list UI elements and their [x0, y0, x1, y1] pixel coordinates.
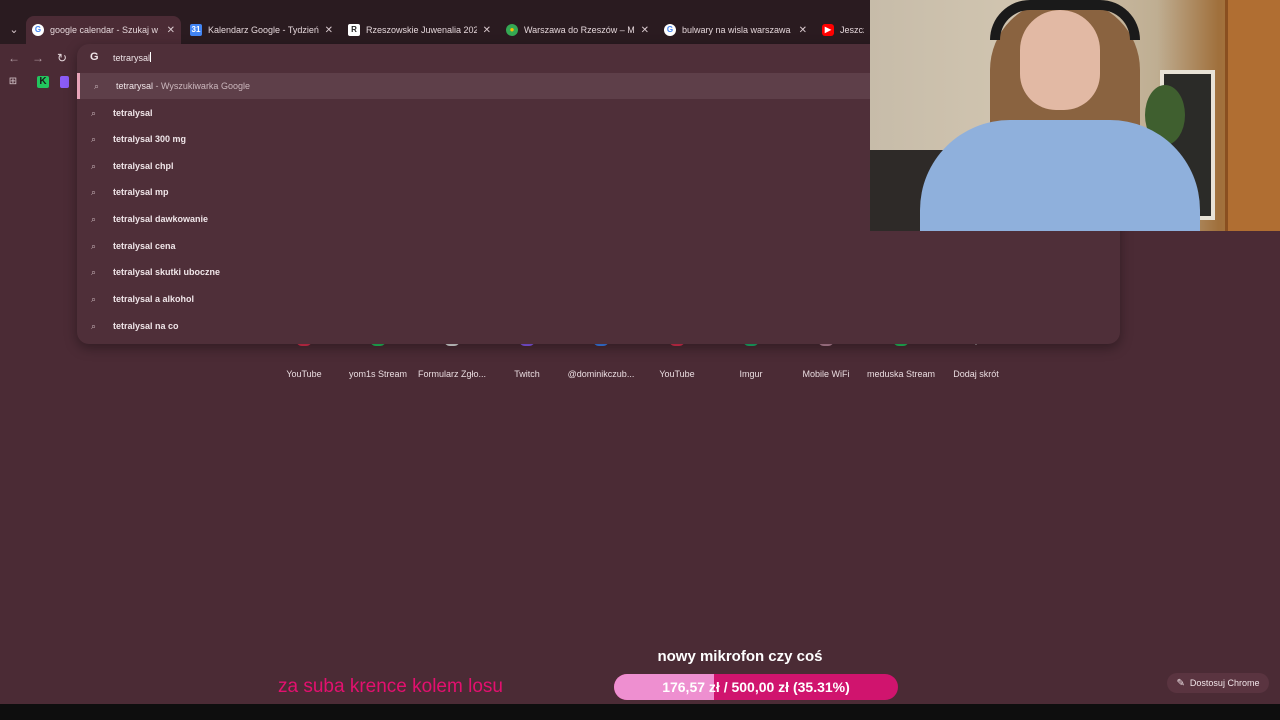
goal-title: nowy mikrofon czy coś: [657, 648, 823, 665]
shortcut-label: YouTube: [659, 369, 695, 379]
tab-juwenalia[interactable]: R Rzeszowskie Juwenalia 2026 | R ✕: [342, 16, 497, 44]
tab-calendar[interactable]: 31 Kalendarz Google - Tydzień, w l ✕: [184, 16, 339, 44]
suggestion-item[interactable]: ⌕ tetralysal a alkohol: [77, 286, 1120, 312]
forward-icon[interactable]: →: [30, 50, 46, 66]
suggestion-source: - Wyszukiwarka Google: [153, 81, 250, 91]
tab-maps[interactable]: ● Warszawa do Rzeszów – Mapy ✕: [500, 16, 655, 44]
search-icon: ⌕: [91, 267, 97, 277]
suggestion-text: tetralysal dawkowanie: [113, 214, 209, 224]
shortcut-youtube[interactable]: YouTube: [264, 338, 344, 384]
back-icon[interactable]: ←: [6, 50, 22, 66]
suggestion-item[interactable]: ⌕ tetralysal cena: [77, 233, 1120, 259]
google-icon: G: [32, 24, 44, 36]
tab-label: google calendar - Szukaj w Goo: [50, 25, 161, 35]
close-icon[interactable]: ✕: [167, 25, 175, 36]
tab-label: Jeszcze n: [840, 25, 864, 35]
goal-amount-text: 176,57 zł / 500,00 zł (35.31%): [662, 679, 850, 695]
google-icon: G: [90, 51, 99, 63]
search-icon: ⌕: [91, 214, 97, 224]
suggestion-item[interactable]: ⌕ tetralysal skutki uboczne: [77, 259, 1120, 285]
shortcut-label: yom1s Stream: [348, 369, 408, 379]
shortcut-label: Dodaj skrót: [953, 369, 999, 379]
webcam-overlay: [870, 0, 1280, 231]
shortcut-label: meduska Stream: [866, 369, 936, 379]
calendar-icon: 31: [190, 24, 202, 36]
tab-label: Kalendarz Google - Tydzień, w l: [208, 25, 319, 35]
twitch-icon[interactable]: [60, 76, 69, 88]
address-input[interactable]: tetrarysal: [113, 52, 152, 63]
suggestion-text: tetralysal mp: [113, 187, 169, 197]
suggestion-item[interactable]: ⌕ tetralysal na co: [77, 313, 1120, 339]
tab-label: Warszawa do Rzeszów – Mapy: [524, 25, 635, 35]
search-icon: ⌕: [91, 108, 97, 118]
search-icon: ⌕: [91, 161, 97, 171]
kick-icon[interactable]: K: [37, 76, 49, 88]
apps-grid-icon[interactable]: ⊞: [7, 76, 19, 88]
suggestion-text: tetralysal chpl: [113, 161, 174, 171]
tab-google-calendar-search[interactable]: G google calendar - Szukaj w Goo ✕: [26, 16, 181, 44]
customize-chrome-button[interactable]: ✎ Dostosuj Chrome: [1167, 673, 1269, 693]
donation-goal-bar: 176,57 zł / 500,00 zł (35.31%): [614, 674, 898, 700]
shortcut-label: Imgur: [739, 369, 763, 379]
search-icon: ⌕: [91, 294, 97, 304]
wooden-cabinet: [1225, 0, 1280, 231]
shortcut-label: Mobile WiFi: [802, 369, 850, 379]
shortcut-meduska-stream[interactable]: meduska Stream: [861, 338, 941, 384]
shortcut-dominikczub[interactable]: @dominikczub...: [561, 338, 641, 384]
suggestion-text: tetralysal: [113, 108, 153, 118]
search-icon: ⌕: [94, 81, 100, 91]
tab-label: bulwary na wisla warszawa 202: [682, 25, 793, 35]
tab-bulwary[interactable]: G bulwary na wisla warszawa 202 ✕: [658, 16, 813, 44]
shortcut-imgur[interactable]: Imgur: [711, 338, 791, 384]
shortcut-label: Formularz Zgło...: [417, 369, 486, 379]
google-icon: G: [664, 24, 676, 36]
bottom-edge: [0, 704, 1280, 720]
suggestion-text: tetralysal skutki uboczne: [113, 267, 221, 277]
shortcut-formularz[interactable]: Formularz Zgło...: [412, 338, 492, 384]
close-icon[interactable]: ✕: [325, 25, 333, 36]
tab-youtube[interactable]: ▶ Jeszcze n: [816, 16, 870, 44]
tab-search-chevron-icon[interactable]: ⌄: [6, 22, 22, 38]
search-icon: ⌕: [91, 134, 97, 144]
shortcut-mobile-wifi[interactable]: Mobile WiFi: [786, 338, 866, 384]
shortcut-yom1s-stream[interactable]: yom1s Stream: [338, 338, 418, 384]
shortcut-label: @dominikczub...: [567, 369, 635, 379]
suggestion-text: tetralysal cena: [113, 241, 176, 251]
shortcut-add[interactable]: + Dodaj skrót: [936, 338, 1016, 384]
headset: [990, 0, 1140, 40]
suggestion-text: tetrarysal: [116, 81, 154, 91]
tab-label: Rzeszowskie Juwenalia 2026 | R: [366, 25, 477, 35]
subscribe-ticker: za suba krence kolem losu: [278, 676, 503, 697]
streamer-sweater: [920, 120, 1200, 231]
shortcut-twitch[interactable]: Twitch: [487, 338, 567, 384]
youtube-icon: ▶: [822, 24, 834, 36]
close-icon[interactable]: ✕: [483, 25, 491, 36]
customize-label: Dostosuj Chrome: [1189, 678, 1260, 688]
close-icon[interactable]: ✕: [641, 25, 649, 36]
r-icon: R: [348, 24, 360, 36]
search-icon: ⌕: [91, 241, 97, 251]
shortcut-label: Twitch: [514, 369, 540, 379]
shortcut-youtube-2[interactable]: YouTube: [637, 338, 717, 384]
close-icon[interactable]: ✕: [799, 25, 807, 36]
shortcut-label: YouTube: [286, 369, 322, 379]
search-icon: ⌕: [91, 187, 97, 197]
maps-icon: ●: [506, 24, 518, 36]
suggestion-text: tetralysal a alkohol: [113, 294, 195, 304]
reload-icon[interactable]: ↻: [54, 50, 70, 66]
suggestion-text: tetralysal 300 mg: [113, 134, 187, 144]
pencil-icon: ✎: [1176, 677, 1185, 689]
search-icon: ⌕: [91, 321, 97, 331]
suggestion-text: tetralysal na co: [113, 321, 179, 331]
